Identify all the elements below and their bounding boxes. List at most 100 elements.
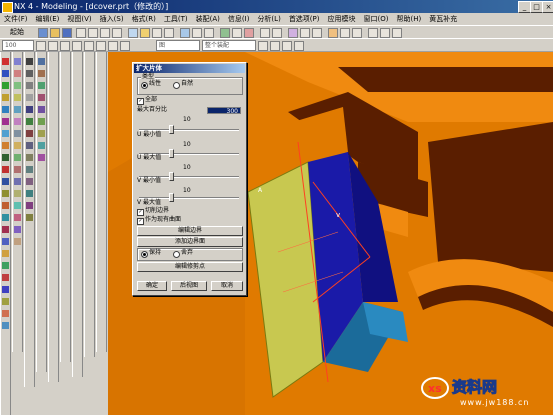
add-boundary-button[interactable]: 添加边界面 [137, 237, 243, 247]
view-icon[interactable] [204, 28, 214, 38]
divide-tool-icon[interactable] [26, 190, 33, 197]
trim-boundary-checkbox[interactable]: ✓ [137, 209, 144, 216]
surface-icon[interactable] [328, 28, 338, 38]
menu-extras[interactable]: 黄瓦补充 [425, 13, 461, 25]
chamfer-tool-icon[interactable] [26, 166, 33, 173]
mirror-icon[interactable] [2, 322, 9, 329]
ok-button[interactable]: 确定 [137, 281, 167, 291]
analysis-icon[interactable] [244, 28, 254, 38]
menu-window[interactable]: 窗口(O) [360, 13, 393, 25]
discard-radio[interactable] [173, 251, 180, 258]
start-button[interactable]: 起始 [10, 27, 24, 37]
sync-icon[interactable] [352, 28, 362, 38]
rotate-icon[interactable] [152, 28, 162, 38]
layer-icon[interactable] [220, 28, 230, 38]
chamfer-icon[interactable] [2, 214, 9, 221]
sketch-icon[interactable] [300, 28, 310, 38]
wireframe-icon[interactable] [192, 28, 202, 38]
edit-surface-icon[interactable] [340, 28, 350, 38]
natural-radio[interactable] [173, 82, 180, 89]
csys-icon[interactable] [38, 82, 45, 89]
close-button[interactable]: × [542, 1, 553, 13]
open-icon[interactable] [50, 28, 60, 38]
intersect-icon[interactable] [2, 298, 9, 305]
patch-icon[interactable] [14, 190, 21, 197]
cut-icon[interactable] [88, 28, 98, 38]
trim-icon[interactable] [2, 250, 9, 257]
menu-tools[interactable]: 工具(T) [160, 13, 192, 25]
extend-tool-icon[interactable] [26, 214, 33, 221]
pad-icon[interactable] [2, 166, 9, 173]
layer-combo[interactable]: 图 [156, 40, 200, 51]
v-min-slider-thumb[interactable] [169, 172, 174, 181]
offset-surface-icon[interactable] [14, 166, 21, 173]
sew-icon[interactable] [14, 178, 21, 185]
info-tool-icon[interactable] [38, 142, 45, 149]
project-icon[interactable] [120, 41, 130, 51]
slot-icon[interactable] [2, 178, 9, 185]
extension-icon[interactable] [14, 154, 21, 161]
grid-icon[interactable] [368, 28, 378, 38]
v-max-slider-thumb[interactable] [169, 193, 174, 202]
line-icon[interactable] [60, 41, 70, 51]
groove-icon[interactable] [2, 190, 9, 197]
global-shape-icon[interactable] [14, 238, 21, 245]
as-surface-checkbox[interactable]: ✓ [137, 218, 144, 225]
enlarge-icon[interactable] [14, 214, 21, 221]
show-icon[interactable] [294, 41, 304, 51]
cone-icon[interactable] [2, 82, 9, 89]
rect-tool-icon[interactable] [26, 94, 33, 101]
trim-tool-icon[interactable] [26, 202, 33, 209]
new-icon[interactable] [38, 28, 48, 38]
axis-icon[interactable] [38, 70, 45, 77]
spline-icon[interactable] [96, 41, 106, 51]
pattern-icon[interactable] [2, 310, 9, 317]
menu-help[interactable]: 帮助(H) [392, 13, 425, 25]
menu-analysis[interactable]: 分析(L) [253, 13, 284, 25]
back-button[interactable]: 后视图 [171, 281, 207, 291]
pocket-icon[interactable] [2, 154, 9, 161]
info-icon[interactable] [272, 28, 282, 38]
menu-assembly[interactable]: 装配(A) [192, 13, 224, 25]
join-tool-icon[interactable] [26, 178, 33, 185]
revolve-icon[interactable] [2, 118, 9, 125]
fillet-tool-icon[interactable] [26, 154, 33, 161]
plane-icon[interactable] [38, 58, 45, 65]
subtract-icon[interactable] [2, 286, 9, 293]
cylinder-icon[interactable] [2, 70, 9, 77]
menu-info[interactable]: 信息(I) [224, 13, 254, 25]
all-checkbox[interactable]: ✓ [137, 98, 144, 105]
undo-icon[interactable] [76, 28, 86, 38]
curve-tool-icon[interactable] [14, 58, 21, 65]
copy-icon[interactable] [100, 28, 110, 38]
check-icon[interactable] [38, 154, 45, 161]
expression-icon[interactable] [38, 118, 45, 125]
feature-icon[interactable] [288, 28, 298, 38]
measure-tool-icon[interactable] [38, 130, 45, 137]
ruled-icon[interactable] [14, 82, 21, 89]
arc-tool-icon[interactable] [26, 82, 33, 89]
menu-preferences[interactable]: 首选项(P) [285, 13, 324, 25]
select-icon[interactable] [232, 28, 242, 38]
u-max-slider-thumb[interactable] [169, 149, 174, 158]
thicken-icon[interactable] [14, 202, 21, 209]
shaded-icon[interactable] [180, 28, 190, 38]
max-percent-field[interactable]: 300 [207, 107, 241, 115]
sketch-tool-icon[interactable] [38, 106, 45, 113]
paste-icon[interactable] [112, 28, 122, 38]
text-tool-icon[interactable] [26, 142, 33, 149]
nsided-icon[interactable] [14, 142, 21, 149]
edit-trim-points-button[interactable]: 编辑修剪点 [137, 262, 243, 272]
datum-point-icon[interactable] [38, 94, 45, 101]
pick-icon[interactable] [258, 41, 268, 51]
edit-boundary-button[interactable]: 编辑边界 [137, 226, 243, 236]
mesh-icon[interactable] [14, 106, 21, 113]
clip-icon[interactable] [282, 41, 292, 51]
snap-icon[interactable] [36, 41, 46, 51]
help-icon[interactable] [392, 28, 402, 38]
pan-icon[interactable] [164, 28, 174, 38]
u-min-slider-thumb[interactable] [169, 125, 174, 134]
zoom-icon[interactable] [140, 28, 150, 38]
through-curves-icon[interactable] [14, 94, 21, 101]
menu-insert[interactable]: 插入(S) [96, 13, 128, 25]
